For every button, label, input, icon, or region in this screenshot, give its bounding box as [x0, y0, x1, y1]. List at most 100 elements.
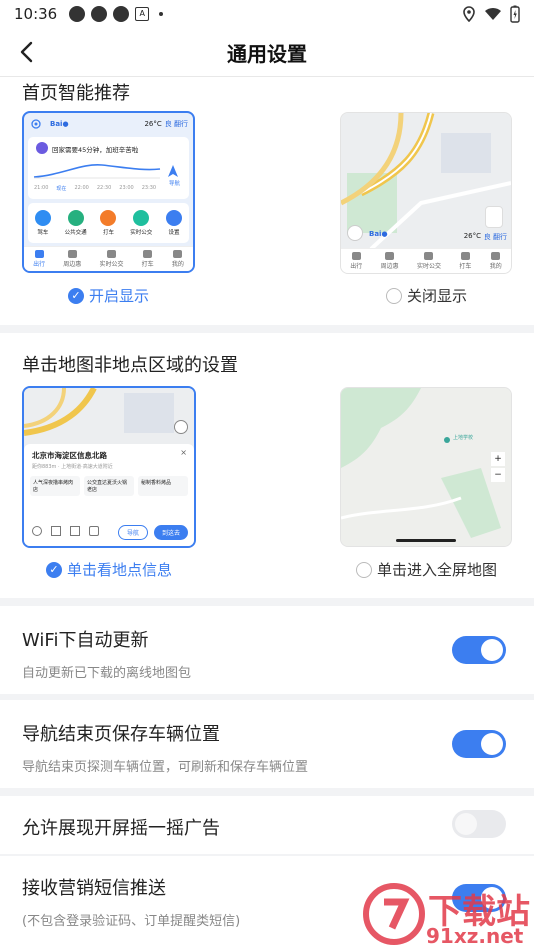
setting-subtitle: (不包含登录验证码、订单提醒类短信) — [22, 914, 241, 929]
setting-title: 允许展现开屏摇一摇广告 — [22, 818, 220, 839]
home-recommend-off-preview[interactable]: Bai● 26°C 良 翻行 出行 周边惠 实时公交 打车 我的 — [340, 112, 512, 274]
preview-nav-label: 导航 — [168, 181, 180, 187]
home-indicator — [396, 539, 456, 542]
recommend-card: 人气深夜撸串烤肉店 — [30, 476, 80, 496]
shake-ad-toggle[interactable] — [452, 810, 506, 838]
wifi-update-toggle[interactable] — [452, 636, 506, 664]
card-actions — [32, 526, 99, 536]
taxi-tab-icon — [143, 250, 153, 258]
map-tap-info-option[interactable]: ✓ 单击看地点信息 — [46, 559, 172, 580]
option-label: 单击进入全屏地图 — [377, 561, 498, 579]
home-recommend-on-option[interactable]: ✓ 开启显示 — [68, 285, 149, 306]
location-target-icon — [31, 119, 41, 129]
preview-weather: 26°C — [144, 120, 162, 128]
radio-unchecked-icon — [386, 287, 402, 304]
setting-row-wifi-update[interactable]: WiFi下自动更新 自动更新已下载的离线地图包 — [0, 606, 534, 694]
go-button: 到这去 — [153, 525, 188, 540]
checked-icon: ✓ — [46, 561, 62, 578]
map-tap-fullscreen-option[interactable]: 单击进入全屏地图 — [356, 559, 497, 580]
realtime-bus-tab-icon — [106, 250, 116, 258]
baidu-logo-icon: Bai● — [50, 120, 69, 128]
option-label: 单击看地点信息 — [67, 561, 173, 579]
watermark-url: 91xz.net — [426, 924, 524, 948]
settings-icon — [166, 210, 183, 226]
preview-tabbar: 出行 周边惠 实时公交 打车 我的 — [24, 246, 193, 271]
map-thumbnail — [341, 113, 511, 249]
navigation-fab — [485, 206, 503, 228]
preview-shortcuts: 驾车 公共交通 打车 实时公交 设置 — [28, 203, 189, 243]
trip-icon — [34, 250, 44, 258]
car-icon — [34, 210, 51, 226]
share-icon — [32, 526, 42, 536]
option-label: 关闭显示 — [407, 287, 468, 305]
taxi-icon — [100, 210, 117, 226]
location-target-icon — [174, 420, 188, 434]
location-target-icon — [347, 225, 363, 241]
preview-aqi: 良 翻行 — [483, 233, 507, 241]
preview-weather: 26°C — [463, 232, 481, 240]
site-watermark: 下载站 91xz.net — [362, 882, 530, 948]
bus-icon — [67, 210, 84, 226]
preview-tabbar: 出行 周边惠 实时公交 打车 我的 — [341, 248, 511, 273]
realtime-bus-icon — [133, 210, 150, 226]
trip-icon — [351, 252, 361, 260]
map-poi-label: 上地学校 — [453, 435, 474, 441]
more-notifications-icon — [159, 12, 164, 16]
preview-card: 回家需要45分钟，加班辛苦啦 21:00 现在 22:00 22:30 23:0… — [28, 137, 189, 199]
traffic-curve — [33, 164, 161, 179]
status-bar: 10:36 A — [0, 0, 534, 28]
place-subtitle: 距你883m · 上地街道·高速大道附近 — [32, 464, 113, 470]
page-title: 通用设置 — [227, 42, 307, 66]
option-label: 开启显示 — [89, 287, 150, 305]
checked-icon: ✓ — [68, 287, 84, 304]
recommend-card: 秘制香料烤品 — [138, 476, 188, 496]
status-time: 10:36 — [14, 5, 58, 23]
preview-greeting: 回家需要45分钟，加班辛苦啦 — [52, 146, 139, 154]
recommend-card: 公交直达夏沃火锅老店 — [84, 476, 134, 496]
setting-row-shake-ad[interactable]: 允许展现开屏摇一摇广告 — [0, 796, 534, 854]
section-title: 首页智能推荐 — [22, 83, 130, 104]
title-bar: 通用设置 — [0, 28, 534, 77]
map-tap-fullscreen-preview[interactable]: 上地学校 + − — [340, 387, 512, 547]
radio-unchecked-icon — [356, 561, 372, 578]
place-title: 北京市海淀区信息北路 — [32, 451, 107, 460]
setting-row-save-car[interactable]: 导航结束页保存车辆位置 导航结束页探测车辆位置，可刷新和保存车辆位置 — [0, 700, 534, 788]
app-notification-icon — [69, 6, 86, 22]
baidu-logo-icon: Bai● — [369, 230, 388, 238]
map-thumbnail — [341, 388, 511, 546]
assistant-icon — [36, 142, 48, 154]
setting-title: WiFi下自动更新 — [22, 630, 149, 651]
preview-times: 21:00 现在 22:00 22:30 23:00 23:30 — [34, 185, 157, 192]
taxi-icon — [89, 526, 99, 536]
setting-subtitle: 导航结束页探测车辆位置，可刷新和保存车辆位置 — [22, 760, 309, 775]
a-notification-icon: A — [135, 7, 150, 21]
realtime-bus-tab-icon — [424, 252, 434, 260]
setting-title: 接收营销短信推送 — [22, 878, 166, 899]
zoom-out-icon: − — [491, 468, 505, 482]
nearby-icon — [67, 250, 77, 258]
profile-icon — [491, 252, 501, 260]
nearby-icon — [70, 526, 80, 536]
map-tap-section: 单击地图非地点区域的设置 北京市海淀区信息北路 × 距你883m · 上地街道·… — [0, 333, 534, 598]
favorite-icon — [51, 526, 61, 536]
nearby-icon — [385, 252, 395, 260]
wifi-icon — [485, 7, 501, 20]
home-recommend-on-preview[interactable]: Bai● 26°C 良 翻行 回家需要45分钟，加班辛苦啦 21:00 现在 2… — [22, 111, 195, 273]
profile-icon — [173, 250, 183, 258]
map-thumbnail — [24, 388, 194, 448]
section-title: 单击地图非地点区域的设置 — [22, 355, 238, 376]
close-icon: × — [180, 448, 187, 457]
taxi-tab-icon — [460, 252, 470, 260]
setting-subtitle: 自动更新已下载的离线地图包 — [22, 666, 192, 681]
home-recommend-off-option[interactable]: 关闭显示 — [386, 285, 467, 306]
app-notification-icon — [113, 6, 130, 22]
setting-title: 导航结束页保存车辆位置 — [22, 724, 220, 745]
navigation-arrow-icon — [168, 165, 178, 177]
app-notification-icon — [91, 6, 108, 22]
save-car-toggle[interactable] — [452, 730, 506, 758]
location-icon — [463, 6, 475, 22]
nav-button: 导航 — [117, 525, 148, 540]
zoom-in-icon: + — [491, 452, 505, 466]
map-tap-info-preview[interactable]: 北京市海淀区信息北路 × 距你883m · 上地街道·高速大道附近 人气深夜撸串… — [22, 386, 196, 548]
place-card: 北京市海淀区信息北路 × 距你883m · 上地街道·高速大道附近 人气深夜撸串… — [24, 444, 194, 546]
